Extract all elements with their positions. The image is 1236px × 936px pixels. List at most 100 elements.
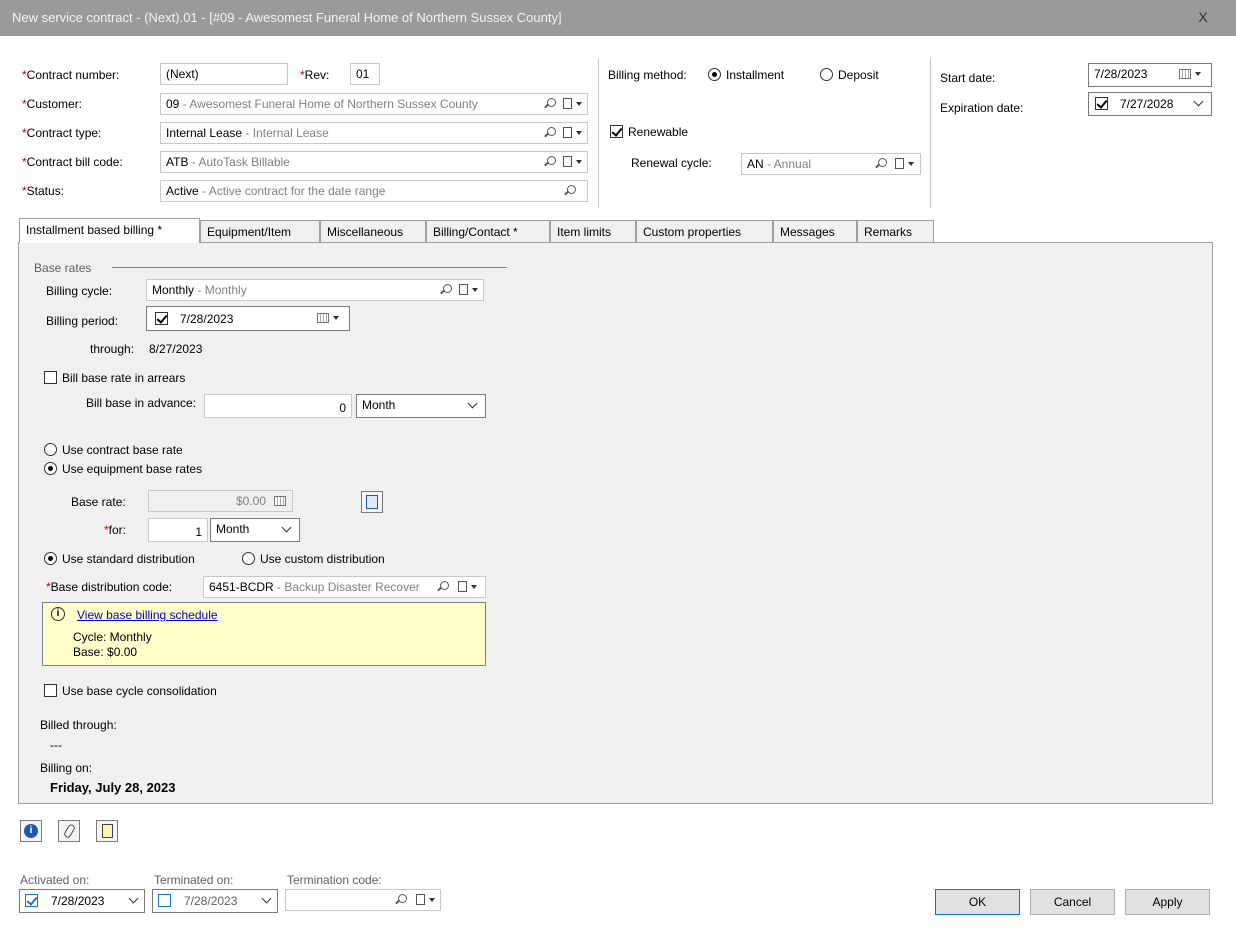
deposit-radio-label: Deposit <box>838 68 879 82</box>
caret-down-icon[interactable] <box>1195 72 1201 76</box>
start-date-label: Start date: <box>940 71 996 85</box>
tab-item-limits[interactable]: Item limits <box>550 220 636 242</box>
billed-through-value: --- <box>50 738 62 752</box>
section-divider <box>112 267 507 268</box>
rate-calculator-button[interactable] <box>361 491 383 513</box>
caret-down-icon[interactable] <box>471 585 477 589</box>
expiration-date-checkbox[interactable] <box>1095 97 1108 110</box>
rev-label: *Rev: <box>300 68 330 82</box>
contract-bill-code-lookup[interactable]: ATB - AutoTask Billable <box>160 151 588 173</box>
billing-period-picker[interactable]: 7/28/2023 <box>146 306 350 331</box>
status-lookup[interactable]: Active - Active contract for the date ra… <box>160 180 588 202</box>
advance-input[interactable]: 0 <box>204 394 352 418</box>
tab-remarks[interactable]: Remarks <box>857 220 934 242</box>
caret-down-icon[interactable] <box>429 898 435 902</box>
caret-down-icon[interactable] <box>472 288 478 292</box>
for-unit-select[interactable]: Month <box>210 518 300 542</box>
billing-cycle-lookup[interactable]: Monthly - Monthly <box>146 279 484 301</box>
close-button[interactable]: X <box>1186 2 1220 32</box>
document-menu-icon[interactable] <box>563 156 572 167</box>
tab-custom-properties[interactable]: Custom properties <box>636 220 773 242</box>
view-billing-schedule-link[interactable]: View base billing schedule <box>77 608 218 622</box>
deposit-radio[interactable] <box>820 68 833 81</box>
chevron-down-icon[interactable] <box>1193 96 1204 107</box>
notes-button[interactable] <box>96 820 118 842</box>
equipment-rates-radio[interactable] <box>44 462 57 475</box>
installment-radio[interactable] <box>708 68 721 81</box>
base-rate-label: Base rate: <box>71 495 126 509</box>
standard-distribution-label: Use standard distribution <box>62 552 195 566</box>
rev-input[interactable]: 01 <box>350 63 380 85</box>
distribution-code-lookup[interactable]: 6451-BCDR - Backup Disaster Recover <box>203 576 486 598</box>
search-icon[interactable] <box>567 185 576 194</box>
search-icon[interactable] <box>440 581 449 590</box>
termination-code-lookup[interactable] <box>285 889 441 911</box>
search-icon[interactable] <box>878 158 887 167</box>
caret-down-icon[interactable] <box>576 131 582 135</box>
document-menu-icon[interactable] <box>459 284 468 295</box>
document-menu-icon[interactable] <box>563 127 572 138</box>
search-icon[interactable] <box>443 284 452 293</box>
document-menu-icon[interactable] <box>458 581 467 592</box>
contract-rate-radio[interactable] <box>44 443 57 456</box>
cancel-button[interactable]: Cancel <box>1030 889 1115 915</box>
tab-equipment-item[interactable]: Equipment/Item <box>200 220 320 242</box>
advance-unit-select[interactable]: Month <box>356 394 486 418</box>
renewal-cycle-label: Renewal cycle: <box>631 156 712 170</box>
billing-on-label: Billing on: <box>40 761 93 775</box>
calendar-icon[interactable] <box>1179 69 1191 79</box>
tab-messages[interactable]: Messages <box>773 220 857 242</box>
renewal-cycle-lookup[interactable]: AN - Annual <box>741 153 921 175</box>
billing-on-value: Friday, July 28, 2023 <box>50 780 176 795</box>
activated-on-picker[interactable]: 7/28/2023 <box>19 889 145 913</box>
caret-down-icon[interactable] <box>576 160 582 164</box>
billing-period-checkbox[interactable] <box>155 312 168 325</box>
chevron-down-icon[interactable] <box>261 893 272 904</box>
distribution-code-label: *Base distribution code: <box>46 580 173 594</box>
ok-button[interactable]: OK <box>935 889 1020 915</box>
equipment-rates-label: Use equipment base rates <box>62 462 203 476</box>
apply-button[interactable]: Apply <box>1125 889 1210 915</box>
search-icon[interactable] <box>547 98 556 107</box>
consolidation-checkbox[interactable] <box>44 684 57 697</box>
billed-through-label: Billed through: <box>40 718 117 732</box>
contract-type-label: *Contract type: <box>22 126 102 140</box>
base-rates-section-title: Base rates <box>34 261 92 275</box>
calendar-icon[interactable] <box>317 313 329 323</box>
chevron-down-icon[interactable] <box>281 522 292 533</box>
tab-miscellaneous[interactable]: Miscellaneous <box>320 220 426 242</box>
standard-distribution-radio[interactable] <box>44 552 57 565</box>
tab-billing-contact[interactable]: Billing/Contact * <box>426 220 550 242</box>
start-date-picker[interactable]: 7/28/2023 <box>1088 63 1212 87</box>
billing-schedule-infobox: i View base billing schedule Cycle: Mont… <box>42 602 486 666</box>
search-icon[interactable] <box>398 894 407 903</box>
search-icon[interactable] <box>547 127 556 136</box>
contract-type-lookup[interactable]: Internal Lease - Internal Lease <box>160 122 588 144</box>
tab-installment-billing[interactable]: Installment based billing * <box>19 218 200 243</box>
arrears-checkbox[interactable] <box>44 371 57 384</box>
customer-lookup[interactable]: 09 - Awesomest Funeral Home of Northern … <box>160 93 588 115</box>
document-menu-icon[interactable] <box>563 98 572 109</box>
notes-icon <box>102 824 113 838</box>
activated-checkbox[interactable] <box>25 894 38 907</box>
chevron-down-icon[interactable] <box>128 893 139 904</box>
terminated-on-picker[interactable]: 7/28/2023 <box>152 889 278 913</box>
terminated-checkbox[interactable] <box>158 894 171 907</box>
document-menu-icon[interactable] <box>416 894 425 905</box>
renewable-checkbox[interactable] <box>610 125 623 138</box>
contract-number-input[interactable]: (Next) <box>160 63 288 85</box>
search-icon[interactable] <box>547 156 556 165</box>
caret-down-icon[interactable] <box>908 162 914 166</box>
chevron-down-icon[interactable] <box>467 398 478 409</box>
document-menu-icon[interactable] <box>895 158 904 169</box>
for-input[interactable]: 1 <box>148 518 208 542</box>
base-info: Base: $0.00 <box>73 645 138 659</box>
attachment-button[interactable] <box>58 820 80 842</box>
activated-on-label: Activated on: <box>20 873 90 887</box>
caret-down-icon[interactable] <box>333 316 339 320</box>
base-rate-input: $0.00 <box>148 490 293 512</box>
custom-distribution-radio[interactable] <box>242 552 255 565</box>
caret-down-icon[interactable] <box>576 102 582 106</box>
info-button[interactable]: i <box>20 820 42 842</box>
expiration-date-picker[interactable]: 7/27/2028 <box>1088 92 1212 116</box>
